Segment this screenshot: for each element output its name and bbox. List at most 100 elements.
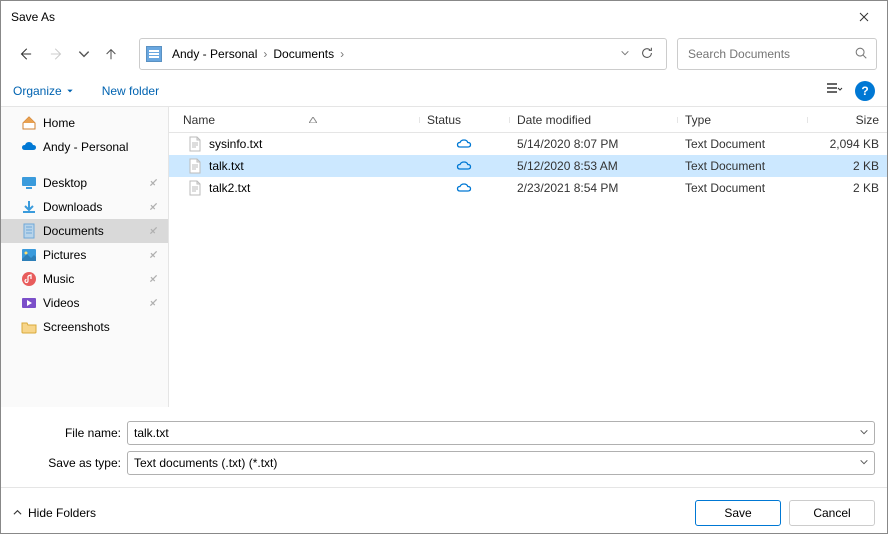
sidebar-item-label: Screenshots <box>43 320 110 334</box>
pin-icon <box>149 296 158 310</box>
file-type: Text Document <box>677 137 807 151</box>
save-form: File name: Save as type: Text documents … <box>1 407 887 487</box>
recent-locations-button[interactable] <box>75 40 93 68</box>
pin-icon <box>149 176 158 190</box>
chevron-right-icon[interactable]: › <box>261 47 269 61</box>
file-list: Name Status Date modified Type Size sysi… <box>169 107 887 407</box>
organize-button[interactable]: Organize <box>13 84 74 98</box>
sidebar-item-label: Desktop <box>43 176 87 190</box>
up-button[interactable] <box>97 40 125 68</box>
sidebar-item-pictures[interactable]: Pictures <box>1 243 168 267</box>
desktop-icon <box>21 175 37 191</box>
file-type: Text Document <box>677 159 807 173</box>
file-type: Text Document <box>677 181 807 195</box>
search-icon <box>854 46 868 63</box>
title-bar: Save As <box>1 1 887 33</box>
location-icon <box>146 46 162 62</box>
arrow-left-icon <box>18 47 32 61</box>
file-date: 2/23/2021 8:54 PM <box>509 181 677 195</box>
file-date: 5/14/2020 8:07 PM <box>509 137 677 151</box>
main-area: Home Andy - Personal Desktop Downloads Doc… <box>1 107 887 407</box>
column-header-name[interactable]: Name <box>169 113 419 127</box>
column-header-size[interactable]: Size <box>807 113 887 127</box>
sidebar-item-label: Documents <box>43 224 104 238</box>
cancel-button[interactable]: Cancel <box>789 500 875 526</box>
sidebar-item-music[interactable]: Music <box>1 267 168 291</box>
file-row[interactable]: talk.txt5/12/2020 8:53 AMText Document2 … <box>169 155 887 177</box>
address-bar[interactable]: Andy - Personal › Documents › <box>139 38 667 70</box>
filename-label: File name: <box>13 426 127 440</box>
pin-icon <box>149 248 158 262</box>
cloud-status-icon <box>419 158 509 174</box>
file-size: 2,094 KB <box>807 137 887 151</box>
pin-icon <box>149 272 158 286</box>
documents-icon <box>21 223 37 239</box>
sidebar-item-desktop[interactable]: Desktop <box>1 171 168 195</box>
file-name: talk.txt <box>209 159 244 173</box>
sidebar-item-label: Andy - Personal <box>43 140 128 154</box>
sidebar-item-label: Home <box>43 116 75 130</box>
sidebar-item-home[interactable]: Home <box>1 111 168 135</box>
navigation-pane: Home Andy - Personal Desktop Downloads Doc… <box>1 107 169 407</box>
sidebar-item-label: Videos <box>43 296 79 310</box>
chevron-right-icon[interactable]: › <box>338 47 346 61</box>
breadcrumb-segment[interactable]: Andy - Personal <box>168 47 261 61</box>
file-name: talk2.txt <box>209 181 250 195</box>
window-title: Save As <box>11 10 841 24</box>
cloud-status-icon <box>419 136 509 152</box>
filename-input[interactable] <box>127 421 875 445</box>
arrow-right-icon <box>50 47 64 61</box>
new-folder-button[interactable]: New folder <box>102 84 159 98</box>
sidebar-item-downloads[interactable]: Downloads <box>1 195 168 219</box>
column-headers: Name Status Date modified Type Size <box>169 107 887 133</box>
help-button[interactable]: ? <box>855 81 875 101</box>
sidebar-item-screenshots[interactable]: Screenshots <box>1 315 168 339</box>
column-header-status[interactable]: Status <box>419 113 509 127</box>
file-size: 2 KB <box>807 159 887 173</box>
hide-folders-button[interactable]: Hide Folders <box>13 506 96 520</box>
breadcrumb-segment[interactable]: Documents <box>269 47 338 61</box>
view-options-button[interactable] <box>825 80 843 101</box>
sort-indicator <box>215 117 411 123</box>
nav-bar: Andy - Personal › Documents › <box>1 33 887 75</box>
file-size: 2 KB <box>807 181 887 195</box>
file-row[interactable]: sysinfo.txt 5/14/2020 8:07 PMText Documen… <box>169 133 887 155</box>
sidebar-item-label: Music <box>43 272 74 286</box>
chevron-down-icon <box>620 48 630 58</box>
search-box[interactable] <box>677 38 877 70</box>
file-row[interactable]: talk2.txt 2/23/2021 8:54 PMText Document2… <box>169 177 887 199</box>
downloads-icon <box>21 199 37 215</box>
home-icon <box>21 115 37 131</box>
pin-icon <box>149 200 158 214</box>
refresh-button[interactable] <box>634 46 660 63</box>
close-icon <box>859 12 869 22</box>
arrow-up-icon <box>104 47 118 61</box>
column-header-date[interactable]: Date modified <box>509 113 677 127</box>
back-button[interactable] <box>11 40 39 68</box>
forward-button[interactable] <box>43 40 71 68</box>
folder-icon <box>21 319 37 335</box>
toolbar: Organize New folder ? <box>1 75 887 107</box>
address-history-button[interactable] <box>616 47 634 61</box>
file-rows[interactable]: sysinfo.txt5/14/2020 8:07 PMText Documen… <box>169 133 887 407</box>
column-header-type[interactable]: Type <box>677 113 807 127</box>
chevron-down-icon <box>66 87 74 95</box>
search-input[interactable] <box>686 46 854 62</box>
videos-icon <box>21 295 37 311</box>
sidebar-item-documents[interactable]: Documents <box>1 219 168 243</box>
pictures-icon <box>21 247 37 263</box>
footer: Hide Folders Save Cancel <box>1 487 887 537</box>
filetype-combo[interactable]: Text documents (.txt) (*.txt) <box>127 451 875 475</box>
list-view-icon <box>825 80 843 98</box>
sidebar-item-onedrive[interactable]: Andy - Personal <box>1 135 168 159</box>
sidebar-item-label: Downloads <box>43 200 102 214</box>
file-name: sysinfo.txt <box>209 137 262 151</box>
cloud-status-icon <box>419 180 509 196</box>
refresh-icon <box>640 46 654 60</box>
save-button[interactable]: Save <box>695 500 781 526</box>
cloud-icon <box>21 139 37 155</box>
music-icon <box>21 271 37 287</box>
chevron-down-icon <box>77 47 91 61</box>
close-button[interactable] <box>841 1 887 33</box>
sidebar-item-videos[interactable]: Videos <box>1 291 168 315</box>
